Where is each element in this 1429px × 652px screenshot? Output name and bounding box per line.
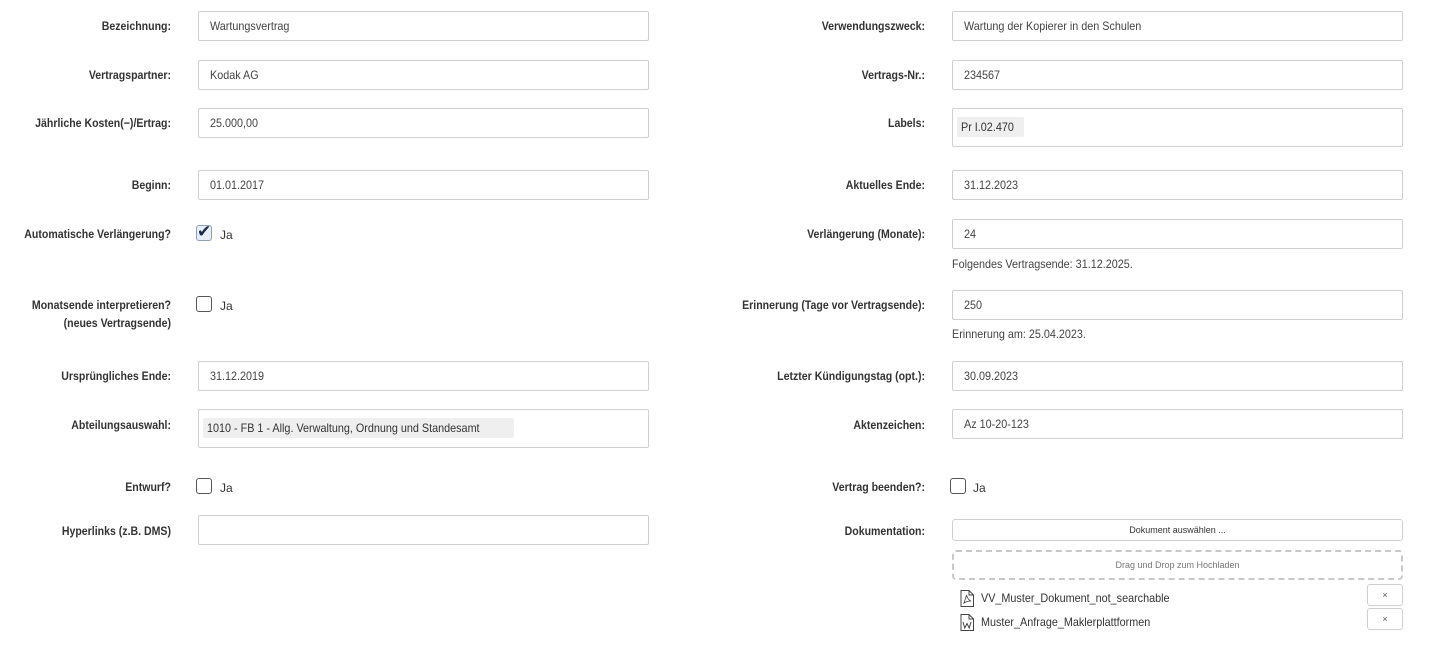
hyperlinks-input[interactable] — [198, 515, 649, 545]
label-dokumentation: Dokumentation: — [844, 524, 925, 538]
remove-file-button[interactable]: × — [1367, 584, 1403, 606]
file-item: Muster_Anfrage_Maklerplattformen × — [960, 608, 1403, 632]
file-item: VV_Muster_Dokument_not_searchable × — [960, 584, 1403, 608]
label-vertrag-beenden: Vertrag beenden?: — [832, 480, 925, 494]
label-verlaengerung-monate: Verlängerung (Monate): — [807, 227, 925, 241]
label-aktuelles-ende: Aktuelles Ende: — [845, 178, 925, 192]
label-beginn: Beginn: — [131, 178, 171, 192]
label-verwendungszweck: Verwendungszweck: — [821, 19, 925, 33]
kosten-input[interactable]: 25.000,00 — [198, 108, 649, 138]
word-file-icon — [960, 614, 974, 631]
label-labels: Labels: — [888, 116, 925, 130]
monatsende-option: Ja — [220, 299, 233, 313]
erinnerung-hint: Erinnerung am: 25.04.2023. — [952, 327, 1086, 341]
label-monatsende-sub: (neues Vertragsende) — [63, 316, 171, 330]
verlaengerung-monate-input[interactable]: 24 — [952, 219, 1403, 249]
label-bezeichnung: Bezeichnung: — [101, 19, 171, 33]
labels-select[interactable]: Pr I.02.470 — [952, 108, 1403, 147]
letzter-kuendigungstag-input[interactable]: 30.09.2023 — [952, 361, 1403, 391]
label-abteilung: Abteilungsauswahl: — [71, 418, 171, 432]
abteilung-tag[interactable]: 1010 - FB 1 - Allg. Verwaltung, Ordnung … — [203, 418, 514, 438]
abteilung-select[interactable]: 1010 - FB 1 - Allg. Verwaltung, Ordnung … — [198, 409, 649, 448]
entwurf-option: Ja — [220, 481, 233, 495]
label-vertragspartner: Vertragspartner: — [88, 68, 171, 82]
label-kosten: Jährliche Kosten(−)/Ertrag: — [35, 116, 171, 130]
erinnerung-input[interactable]: 250 — [952, 290, 1403, 320]
beginn-input[interactable]: 01.01.2017 — [198, 170, 649, 200]
label-hyperlinks: Hyperlinks (z.B. DMS) — [61, 524, 171, 538]
label-tag[interactable]: Pr I.02.470 — [957, 117, 1024, 137]
label-letzter-kuendigungstag: Letzter Kündigungstag (opt.): — [777, 369, 925, 383]
aktuelles-ende-input[interactable]: 31.12.2023 — [952, 170, 1403, 200]
entwurf-checkbox[interactable] — [196, 478, 212, 494]
aktenzeichen-input[interactable]: Az 10-20-123 — [952, 409, 1403, 439]
label-monatsende: Monatsende interpretieren? — [31, 298, 171, 312]
checkmark-icon: ✔ — [197, 222, 212, 241]
urspruengliches-ende-input[interactable]: 31.12.2019 — [198, 361, 649, 391]
file-name[interactable]: VV_Muster_Dokument_not_searchable — [981, 590, 1170, 606]
vertrag-beenden-option: Ja — [973, 481, 986, 495]
vertragspartner-input[interactable]: Kodak AG — [198, 60, 649, 90]
label-urspruengliches-ende: Ursprüngliches Ende: — [61, 369, 171, 383]
document-select-button[interactable]: Dokument auswählen ... — [952, 519, 1403, 541]
label-entwurf: Entwurf? — [125, 480, 171, 494]
label-auto-verlaengerung: Automatische Verlängerung? — [24, 227, 171, 241]
verwendungszweck-input[interactable]: Wartung der Kopierer in den Schulen — [952, 11, 1403, 41]
label-aktenzeichen: Aktenzeichen: — [853, 418, 925, 432]
label-vertrags-nr: Vertrags-Nr.: — [861, 68, 925, 82]
folgendes-vertragsende-hint: Folgendes Vertragsende: 31.12.2025. — [952, 257, 1133, 271]
vertrags-nr-input[interactable]: 234567 — [952, 60, 1403, 90]
auto-verlaengerung-option: Ja — [220, 228, 233, 242]
bezeichnung-input[interactable]: Wartungsvertrag — [198, 11, 649, 41]
pdf-file-icon — [960, 590, 974, 607]
drop-zone[interactable]: Drag und Drop zum Hochladen — [952, 550, 1403, 580]
monatsende-checkbox[interactable] — [196, 296, 212, 312]
remove-file-button[interactable]: × — [1367, 608, 1403, 630]
label-erinnerung: Erinnerung (Tage vor Vertragsende): — [742, 298, 925, 312]
file-name[interactable]: Muster_Anfrage_Maklerplattformen — [981, 614, 1150, 630]
auto-verlaengerung-checkbox[interactable]: ✔ — [196, 222, 212, 241]
vertrag-beenden-checkbox[interactable] — [950, 478, 966, 494]
